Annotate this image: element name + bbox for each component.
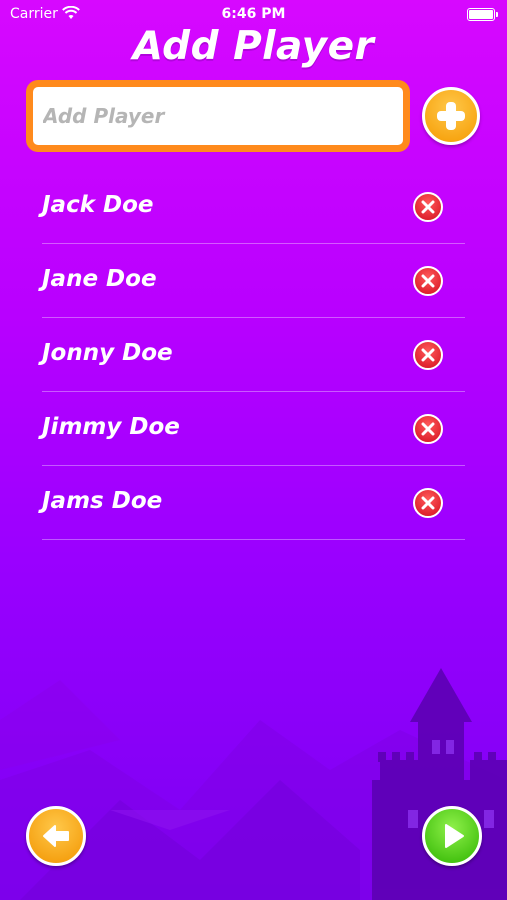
player-row: Jack Doe bbox=[42, 170, 465, 244]
castle-background-art bbox=[0, 668, 507, 900]
player-name: Jack Doe bbox=[42, 192, 154, 218]
player-list: Jack Doe Jane Doe Jonny Doe Jimmy Doe Ja… bbox=[42, 170, 465, 540]
page-title: Add Player bbox=[132, 24, 375, 69]
player-row: Jimmy Doe bbox=[42, 392, 465, 466]
player-row: Jane Doe bbox=[42, 244, 465, 318]
next-button[interactable] bbox=[422, 806, 482, 866]
player-name-input[interactable] bbox=[33, 87, 403, 145]
player-name: Jams Doe bbox=[42, 488, 163, 514]
status-time: 6:46 PM bbox=[221, 6, 286, 22]
add-player-screen: Carrier 6:46 PM Add Player Jack Doe Jane… bbox=[0, 0, 507, 900]
delete-player-button[interactable] bbox=[413, 488, 443, 518]
close-icon bbox=[421, 496, 435, 510]
player-name: Jane Doe bbox=[42, 266, 157, 292]
close-icon bbox=[421, 274, 435, 288]
play-icon bbox=[445, 824, 464, 848]
plus-icon bbox=[437, 102, 465, 130]
close-icon bbox=[421, 348, 435, 362]
player-row: Jams Doe bbox=[42, 466, 465, 540]
battery-icon bbox=[467, 8, 498, 21]
player-name: Jonny Doe bbox=[42, 340, 173, 366]
delete-player-button[interactable] bbox=[413, 414, 443, 444]
add-player-button[interactable] bbox=[422, 87, 480, 145]
player-name-field-frame bbox=[26, 80, 410, 152]
player-row: Jonny Doe bbox=[42, 318, 465, 392]
player-name: Jimmy Doe bbox=[42, 414, 180, 440]
arrow-left-icon bbox=[43, 825, 69, 847]
back-button[interactable] bbox=[26, 806, 86, 866]
close-icon bbox=[421, 200, 435, 214]
close-icon bbox=[421, 422, 435, 436]
delete-player-button[interactable] bbox=[413, 192, 443, 222]
delete-player-button[interactable] bbox=[413, 340, 443, 370]
delete-player-button[interactable] bbox=[413, 266, 443, 296]
